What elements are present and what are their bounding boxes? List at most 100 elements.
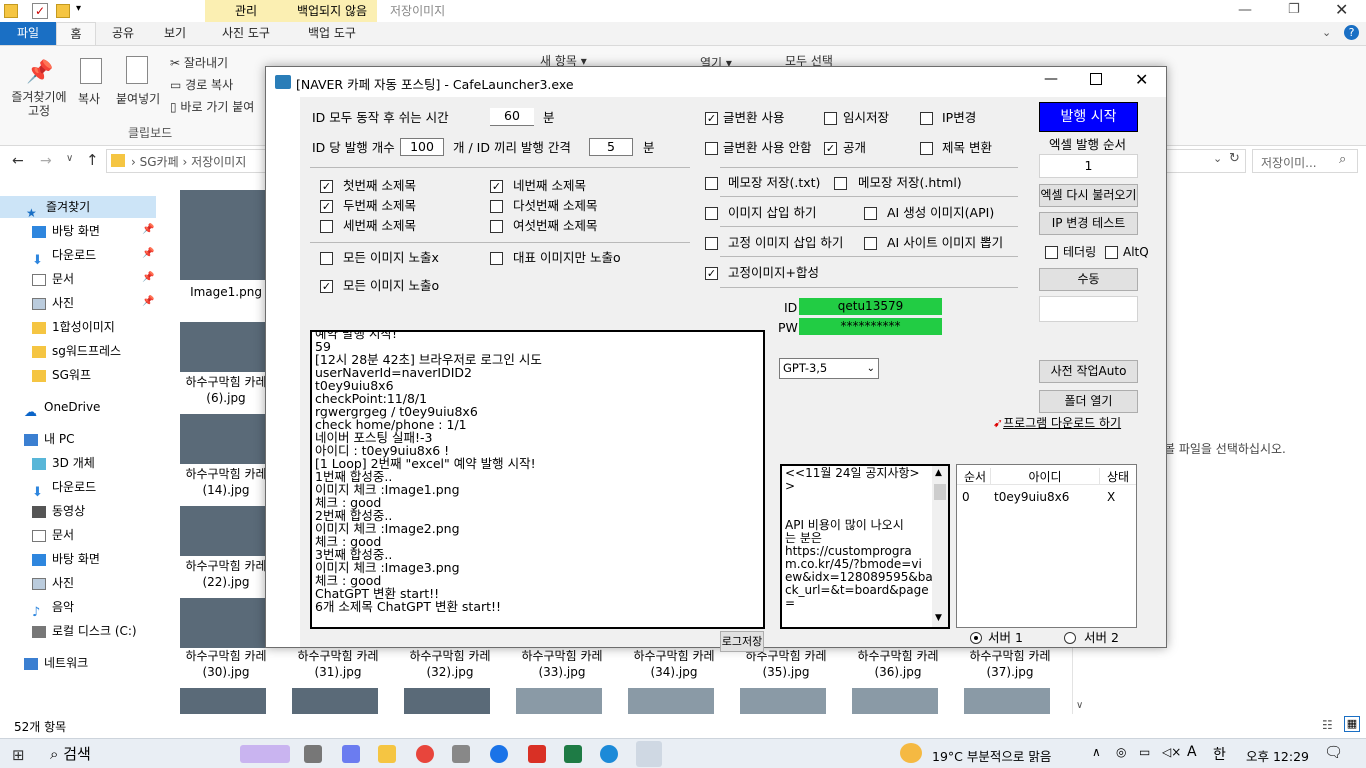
forward-icon[interactable]: → bbox=[40, 153, 52, 169]
close-icon[interactable]: ✕ bbox=[1335, 0, 1348, 19]
ip-change-checkbox[interactable] bbox=[920, 112, 933, 125]
table-row[interactable]: 0 t0ey9uiu8x6 X bbox=[957, 490, 1136, 506]
details-view-icon[interactable]: ☷ bbox=[1322, 718, 1333, 732]
download-link[interactable]: ➹프로그램 다운로드 하기 bbox=[993, 414, 1121, 431]
breadcrumb-item[interactable]: SG카페 bbox=[140, 155, 179, 169]
manual-input[interactable] bbox=[1039, 296, 1138, 322]
new-folder-icon[interactable] bbox=[56, 4, 70, 18]
tab-home[interactable]: 홈 bbox=[56, 22, 96, 45]
recent-dropdown-icon[interactable]: ∨ bbox=[66, 153, 73, 164]
table-header-cell[interactable]: 순서 bbox=[960, 468, 990, 485]
subtitle-6-checkbox[interactable] bbox=[490, 220, 503, 233]
tab-file[interactable]: 파일 bbox=[0, 22, 56, 45]
main-image-only-checkbox[interactable] bbox=[490, 252, 503, 265]
ime-mode[interactable]: A bbox=[1187, 744, 1197, 760]
publish-start-button[interactable]: 발행 시작 bbox=[1039, 102, 1138, 132]
pin-quick-access-label[interactable]: 즐겨찾기에 고정 bbox=[6, 90, 72, 118]
clock[interactable]: 오후 12:29 bbox=[1246, 746, 1309, 765]
table-header-cell[interactable]: 상태 bbox=[1100, 468, 1136, 485]
windows-start-icon[interactable]: ⊞ bbox=[12, 746, 25, 764]
notification-icon[interactable]: 🗨 bbox=[1324, 743, 1343, 761]
tab-share[interactable]: 공유 bbox=[102, 22, 144, 45]
excel-order-input[interactable]: 1 bbox=[1039, 154, 1138, 178]
chrome-profile-icon[interactable] bbox=[490, 745, 508, 763]
edge-icon[interactable] bbox=[600, 745, 618, 763]
subtitle-3-checkbox[interactable] bbox=[320, 220, 333, 233]
tethering-checkbox[interactable] bbox=[1045, 246, 1058, 259]
temp-save-checkbox[interactable] bbox=[824, 112, 837, 125]
copilot-icon[interactable] bbox=[342, 745, 360, 763]
pin-icon[interactable]: 📌 bbox=[26, 60, 53, 85]
nav-downloads[interactable]: ⬇ 다운로드 bbox=[32, 476, 96, 500]
excel-icon[interactable] bbox=[564, 745, 582, 763]
file-thumbnail[interactable] bbox=[740, 688, 826, 714]
nav-folder[interactable]: SG워프 bbox=[32, 364, 91, 386]
log-textarea[interactable]: 예약 발행 시작! 59 [12시 28분 42초] 브라우저로 로그인 시도 use… bbox=[310, 330, 765, 629]
file-name[interactable]: 하수구막힘 카레 (37).jpg bbox=[954, 648, 1066, 680]
file-thumbnail[interactable] bbox=[628, 688, 714, 714]
file-name[interactable]: 하수구막힘 카레 (31).jpg bbox=[282, 648, 394, 680]
app-icon[interactable] bbox=[452, 745, 470, 763]
address-dropdown-icon[interactable]: ⌄ bbox=[1213, 152, 1222, 165]
subtitle-4-checkbox[interactable]: ✓ bbox=[490, 180, 503, 193]
paste-label[interactable]: 붙여넣기 bbox=[116, 90, 160, 107]
account-table[interactable]: 순서 아이디 상태 0 t0ey9uiu8x6 X bbox=[956, 464, 1137, 628]
back-icon[interactable]: ← bbox=[12, 153, 24, 169]
copy-label[interactable]: 복사 bbox=[78, 90, 100, 107]
pw-field[interactable]: ********** bbox=[799, 318, 942, 335]
nav-folder[interactable]: sg워드프레스 bbox=[32, 340, 121, 362]
quick-access-dropdown-icon[interactable]: ▾ bbox=[76, 3, 81, 14]
no-text-convert-checkbox[interactable] bbox=[705, 142, 718, 155]
file-thumbnail[interactable] bbox=[180, 322, 266, 372]
properties-icon[interactable]: ✓ bbox=[32, 3, 48, 19]
server-2-radio[interactable] bbox=[1064, 632, 1076, 644]
subtitle-1-checkbox[interactable]: ✓ bbox=[320, 180, 333, 193]
insert-image-checkbox[interactable] bbox=[705, 207, 718, 220]
weather-text[interactable]: 19°C 부분적으로 맑음 bbox=[932, 746, 1051, 765]
nav-quick-access[interactable]: ★ 즐겨찾기 bbox=[0, 196, 156, 220]
all-images-checkbox[interactable]: ✓ bbox=[320, 280, 333, 293]
mic-icon[interactable]: ◎ bbox=[1116, 745, 1126, 759]
file-thumbnail[interactable] bbox=[292, 688, 378, 714]
file-thumbnail[interactable] bbox=[852, 688, 938, 714]
subtitle-2-checkbox[interactable]: ✓ bbox=[320, 200, 333, 213]
file-name[interactable]: 하수구막힘 카레 (32).jpg bbox=[394, 648, 506, 680]
fixed-image-compose-checkbox[interactable]: ✓ bbox=[705, 267, 718, 280]
chrome-icon[interactable] bbox=[416, 745, 434, 763]
up-icon[interactable]: ↑ bbox=[86, 151, 99, 169]
maximize-icon[interactable] bbox=[1090, 73, 1102, 85]
server-1-radio[interactable] bbox=[970, 632, 982, 644]
scroll-down-icon[interactable]: ▼ bbox=[935, 612, 942, 625]
minimize-icon[interactable]: — bbox=[1238, 2, 1252, 18]
scroll-up-icon[interactable]: ▲ bbox=[935, 467, 942, 480]
nav-pictures[interactable]: 사진 bbox=[32, 292, 74, 314]
file-name[interactable]: 하수구막힘 카레 (35).jpg bbox=[730, 648, 842, 680]
file-thumbnail[interactable] bbox=[180, 414, 266, 464]
ribbon-collapse-icon[interactable]: ⌄ bbox=[1322, 26, 1331, 39]
nav-folder[interactable]: 1합성이미지 bbox=[32, 316, 115, 338]
public-checkbox[interactable]: ✓ bbox=[824, 142, 837, 155]
nav-3d-objects[interactable]: 3D 개체 bbox=[32, 452, 95, 474]
task-view-icon[interactable] bbox=[304, 745, 322, 763]
file-thumbnail[interactable] bbox=[180, 506, 266, 556]
file-thumbnail[interactable] bbox=[180, 688, 266, 714]
language-indicator[interactable]: 한 bbox=[1213, 744, 1226, 764]
id-field[interactable]: qetu13579 bbox=[799, 298, 942, 315]
close-icon[interactable]: ✕ bbox=[1135, 70, 1148, 89]
per-id-input[interactable]: 100 bbox=[400, 138, 444, 156]
weather-icon[interactable] bbox=[900, 743, 922, 763]
cut-button[interactable]: ✂ 잘라내기 bbox=[170, 54, 228, 71]
ai-site-image-checkbox[interactable] bbox=[864, 237, 877, 250]
copy-path-button[interactable]: ▭ 경로 복사 bbox=[170, 76, 233, 93]
altq-checkbox[interactable] bbox=[1105, 246, 1118, 259]
file-thumbnail[interactable] bbox=[180, 190, 266, 280]
file-name[interactable]: 하수구막힘 카레 (36).jpg bbox=[842, 648, 954, 680]
interval-input[interactable]: 5 bbox=[589, 138, 633, 156]
tab-picture-tools[interactable]: 사진 도구 bbox=[205, 22, 287, 45]
search-input[interactable]: 저장이미... ⌕ bbox=[1252, 149, 1358, 173]
manual-button[interactable]: 수동 bbox=[1039, 268, 1138, 291]
ai-image-api-checkbox[interactable] bbox=[864, 207, 877, 220]
file-name[interactable]: 하수구막힘 카레 (33).jpg bbox=[506, 648, 618, 680]
nav-downloads[interactable]: ⬇ 다운로드 bbox=[32, 244, 96, 268]
network-icon[interactable]: ▭ bbox=[1139, 745, 1150, 759]
